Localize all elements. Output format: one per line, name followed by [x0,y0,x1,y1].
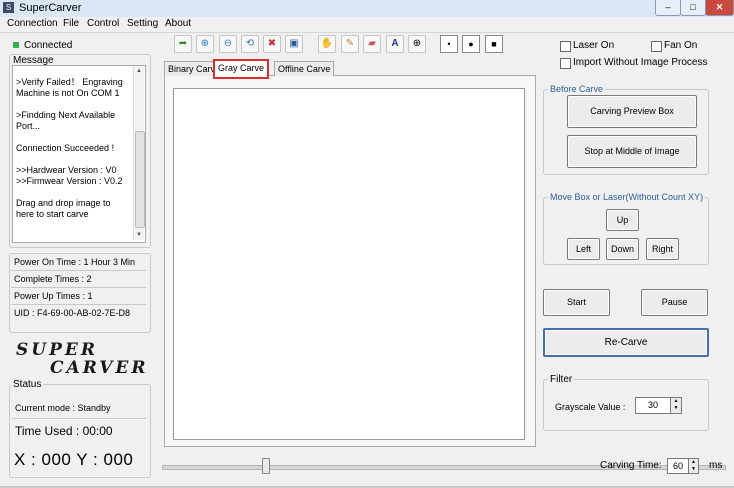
dot-medium-icon: ● [468,39,474,49]
close-button[interactable]: ✕ [705,0,734,16]
move-up-button[interactable]: Up [606,209,639,231]
message-line: >>Hardwear Version : V0 >>Firmwear Versi… [16,165,123,186]
scroll-up-icon[interactable]: ▲ [134,66,144,76]
laser-on-label: Laser On [573,40,615,51]
spin-down-icon[interactable]: ▼ [671,405,681,412]
open-folder-icon[interactable]: ➦ [174,35,192,53]
move-right-button[interactable]: Right [646,238,679,260]
logo-line: CARVER [50,358,149,378]
logo-line: SUPER [16,340,98,360]
fan-on-label: Fan On [664,40,698,51]
complete-times: Complete Times : 2 [11,272,146,288]
text-icon[interactable]: A [386,35,404,53]
message-line: Drag and drop image to here to start car… [16,198,111,219]
menu-file[interactable]: File [63,18,79,29]
grayscale-spinner[interactable]: ▲ ▼ [670,397,682,414]
dot-large-icon: ■ [491,39,497,49]
zoom-out-icon[interactable]: ⊖ [219,35,237,53]
scroll-thumb[interactable] [135,131,145,228]
carving-preview-box-button[interactable]: Carving Preview Box [567,95,697,128]
menu-connection[interactable]: Connection [7,18,58,29]
spin-down-icon[interactable]: ▼ [689,466,698,473]
carving-time-unit: ms [709,460,723,471]
rotate-icon[interactable]: ⟲ [241,35,259,53]
carving-time-label: Carving Time: [600,460,662,471]
tab-gray-carve[interactable]: Gray Carve [213,59,270,79]
title-bar [0,0,734,18]
status-label: Status [11,379,44,390]
spin-up-icon[interactable]: ▲ [671,398,681,405]
menu-setting[interactable]: Setting [127,18,158,29]
connection-indicator [13,42,19,48]
before-carve-label: Before Carve [548,84,606,94]
stop-at-middle-button[interactable]: Stop at Middle of Image [567,135,697,168]
machine-uid: UID : F4-69-00-AB-02-7E-D8 [14,308,131,318]
pen-size-large-button[interactable]: ■ [485,35,503,53]
pen-size-medium-button[interactable]: ● [462,35,480,53]
status-divider [12,418,146,419]
speed-slider-thumb[interactable] [262,458,270,474]
app-icon: S [3,2,14,13]
start-button[interactable]: Start [543,289,610,316]
pencil-icon[interactable]: ✎ [341,35,359,53]
current-mode: Current mode : Standby [15,403,111,413]
carving-time-input[interactable]: 60 [667,458,689,474]
dot-small-icon: • [447,39,451,49]
time-used: Time Used : 00:00 [15,424,113,438]
filter-label: Filter [548,374,575,385]
import-without-process-label: Import Without Image Process [573,57,708,68]
message-text: >Verify Failed！ Engraving Machine is not… [16,77,130,231]
message-line: Connection Succeeded ! [16,143,115,153]
grayscale-value-label: Grayscale Value : [555,402,626,412]
eraser-icon[interactable]: ▰ [363,35,381,53]
zoom-in-icon[interactable]: ⊕ [196,35,214,53]
hand-icon[interactable]: ✋ [318,35,336,53]
save-icon[interactable]: ▣ [285,35,303,53]
message-line: >Findding Next Available Port... [16,110,116,131]
menu-about[interactable]: About [165,18,191,29]
super-carver-logo: SUPER CARVER [16,340,148,378]
fan-on-checkbox[interactable] [651,41,662,52]
message-line: >Verify Failed！ Engraving Machine is not… [16,77,123,98]
power-up-times: Power Up Times : 1 [11,289,146,305]
connection-status: Connected [24,40,73,51]
import-without-process-checkbox[interactable] [560,58,571,69]
image-canvas[interactable] [173,88,525,440]
power-on-time: Power On Time : 1 Hour 3 Min [11,255,146,271]
window-title: SuperCarver [19,2,82,14]
maximize-button[interactable]: □ [680,0,706,16]
menu-control[interactable]: Control [87,18,119,29]
move-left-button[interactable]: Left [567,238,600,260]
re-carve-button[interactable]: Re-Carve [543,328,709,357]
move-down-button[interactable]: Down [606,238,639,260]
laser-on-checkbox[interactable] [560,41,571,52]
spin-up-icon[interactable]: ▲ [689,459,698,466]
tab-offline-carve[interactable]: Offline Carve [274,61,335,76]
move-box-label: Move Box or Laser(Without Count XY) [548,192,706,202]
crosshair-icon[interactable]: ⊕ [408,35,426,53]
minimize-button[interactable]: – [655,0,681,16]
carving-time-spinner[interactable]: ▲ ▼ [688,458,699,474]
message-scrollbar[interactable]: ▲ ▼ [133,66,145,240]
grayscale-value-input[interactable]: 30 [635,397,671,414]
xy-coordinates: X : 000 Y : 000 [14,450,134,469]
pause-button[interactable]: Pause [641,289,708,316]
scroll-down-icon[interactable]: ▼ [134,230,144,240]
delete-image-icon[interactable]: ✖ [263,35,281,53]
pen-size-small-button[interactable]: • [440,35,458,53]
